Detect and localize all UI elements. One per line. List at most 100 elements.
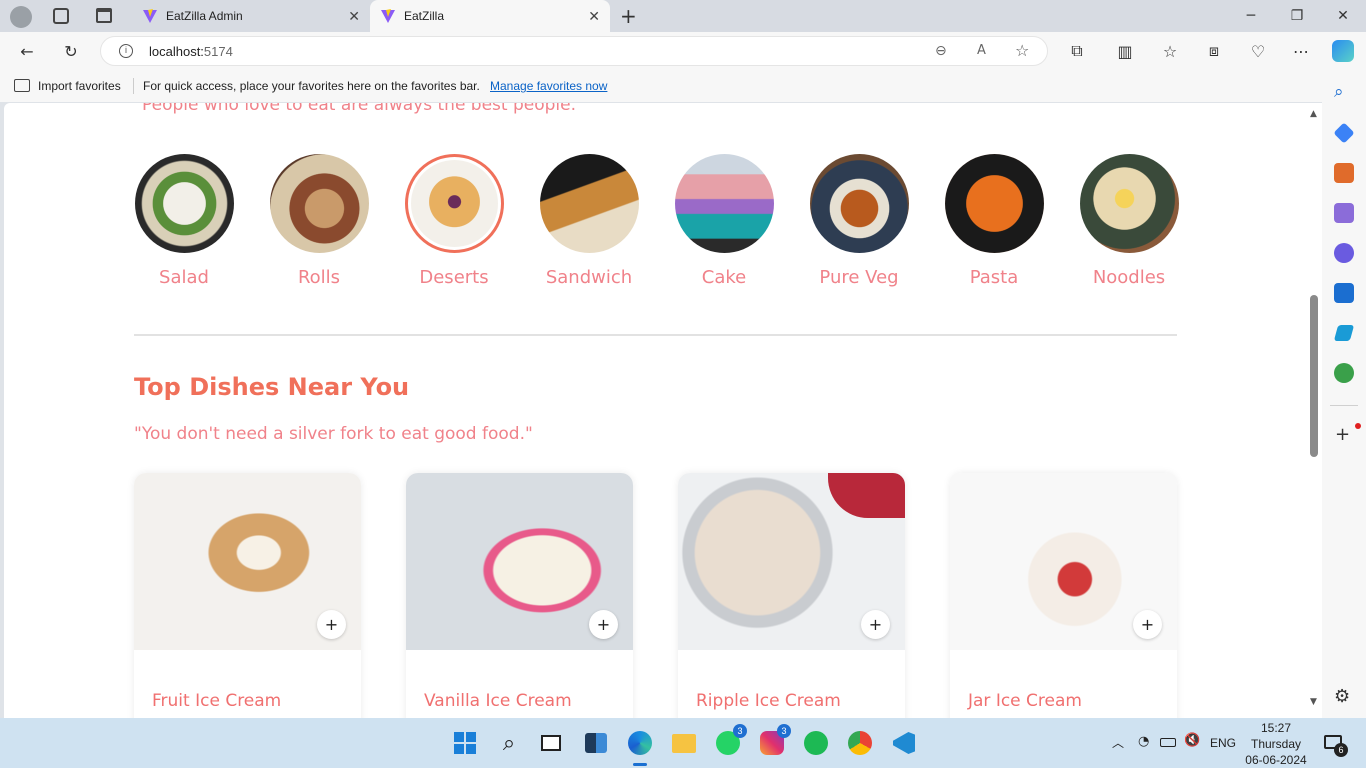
new-tab-button[interactable]: +	[620, 4, 637, 28]
import-favorites-icon[interactable]	[14, 79, 30, 92]
add-to-cart-button[interactable]: +	[317, 610, 346, 639]
category-label: Noodles	[1092, 267, 1166, 288]
close-tab-icon[interactable]: ✕	[588, 8, 600, 25]
dish-card[interactable]: + Fruit Ice Cream	[134, 473, 361, 718]
tools-icon[interactable]	[1334, 163, 1354, 183]
dish-card[interactable]: + Vanilla Ice Cream	[406, 473, 633, 718]
extensions-icon[interactable]: ⧉	[1064, 38, 1090, 64]
site-info-icon[interactable]: i	[119, 44, 133, 58]
profile-icon[interactable]	[10, 6, 32, 28]
favorites-icon[interactable]: ☆	[1157, 38, 1183, 64]
add-to-cart-button[interactable]: +	[589, 610, 618, 639]
tree-icon[interactable]	[1334, 363, 1354, 383]
wifi-icon[interactable]: ◔	[1138, 734, 1149, 749]
scroll-up-arrow-icon[interactable]: ▲	[1310, 109, 1317, 119]
category-rolls[interactable]: Rolls	[269, 154, 369, 288]
file-explorer-icon[interactable]	[669, 728, 699, 758]
edge-browser-icon[interactable]	[625, 728, 655, 758]
battery-icon[interactable]	[1160, 738, 1176, 747]
clock-date[interactable]: 06-06-2024	[1240, 753, 1312, 767]
active-app-indicator	[633, 763, 647, 766]
close-window-button[interactable]: ✕	[1320, 0, 1366, 32]
widgets-icon[interactable]	[581, 728, 611, 758]
pasta-image	[944, 154, 1044, 253]
import-favorites-link[interactable]: Import favorites	[38, 79, 121, 93]
add-sidebar-app-icon[interactable]: +	[1335, 424, 1350, 445]
dish-name: Ripple Ice Cream	[696, 691, 841, 711]
category-label: Pure Veg	[819, 267, 899, 288]
restore-button[interactable]: ❐	[1274, 0, 1320, 32]
add-to-cart-button[interactable]: +	[1133, 610, 1162, 639]
instagram-badge: 3	[777, 724, 791, 738]
category-pasta[interactable]: Pasta	[944, 154, 1044, 288]
category-label: Pasta	[969, 267, 1019, 288]
performance-icon[interactable]: ♡	[1245, 38, 1271, 64]
collections-icon[interactable]: ⧈	[1201, 38, 1227, 64]
microsoft-365-icon[interactable]	[1334, 243, 1354, 263]
search-icon[interactable]: ⌕	[1334, 82, 1344, 102]
show-hidden-icons-icon[interactable]: ︿	[1112, 734, 1124, 751]
start-windows-icon[interactable]	[450, 728, 480, 758]
section-divider	[134, 334, 1177, 336]
page-viewport: People who love to eat are always the be…	[4, 103, 1322, 718]
category-cake[interactable]: Cake	[674, 154, 774, 288]
favorites-hint: For quick access, place your favorites h…	[143, 79, 480, 93]
address-bar[interactable]: i localhost:5174 ⊖ A ☆	[100, 36, 1048, 66]
rolls-image	[269, 154, 369, 253]
browser-tab-bar: EatZilla Admin ✕ EatZilla ✕ + ─ ❐ ✕	[0, 0, 1366, 32]
deserts-image	[404, 154, 504, 253]
language-indicator[interactable]: ENG	[1210, 736, 1236, 750]
manage-favorites-link[interactable]: Manage favorites now	[490, 79, 607, 93]
favorite-star-icon[interactable]: ☆	[1015, 41, 1029, 60]
more-options-icon[interactable]: ⋯	[1288, 38, 1314, 64]
instagram-icon[interactable]: 3	[757, 724, 791, 758]
dish-card[interactable]: + Ripple Ice Cream	[678, 473, 905, 718]
chrome-icon[interactable]	[845, 728, 875, 758]
volume-muted-icon[interactable]: 🔇	[1184, 733, 1200, 748]
pure-veg-image	[809, 154, 909, 253]
favorites-divider	[133, 78, 134, 94]
minimize-button[interactable]: ─	[1228, 0, 1274, 32]
clock-time[interactable]: 15:27	[1240, 721, 1312, 735]
close-tab-icon[interactable]: ✕	[348, 8, 360, 25]
noodles-image	[1079, 154, 1179, 253]
tab-eatzilla-admin[interactable]: EatZilla Admin ✕	[132, 0, 370, 32]
tab-actions-icon[interactable]	[96, 8, 112, 23]
read-aloud-icon[interactable]: A	[977, 43, 986, 58]
category-salad[interactable]: Salad	[134, 154, 234, 288]
category-deserts[interactable]: Deserts	[404, 154, 504, 288]
vscode-icon[interactable]	[889, 728, 919, 758]
cake-image	[674, 154, 774, 253]
dish-name: Vanilla Ice Cream	[424, 691, 572, 711]
refresh-icon[interactable]: ↻	[58, 38, 84, 64]
category-label: Deserts	[419, 267, 489, 288]
vite-logo-icon	[143, 9, 157, 23]
section-quote: "You don't need a silver fork to eat goo…	[134, 424, 533, 444]
tab-eatzilla[interactable]: EatZilla ✕	[370, 0, 610, 32]
clock-day[interactable]: Thursday	[1240, 737, 1312, 751]
top-tagline: People who love to eat are always the be…	[142, 103, 577, 115]
split-screen-icon[interactable]: ▥	[1112, 38, 1138, 64]
back-icon[interactable]: ←	[14, 38, 40, 64]
category-pure-veg[interactable]: Pure Veg	[809, 154, 909, 288]
add-to-cart-button[interactable]: +	[861, 610, 890, 639]
zoom-icon[interactable]: ⊖	[935, 43, 947, 59]
category-sandwich[interactable]: Sandwich	[539, 154, 639, 288]
outlook-icon[interactable]	[1334, 283, 1354, 303]
games-icon[interactable]	[1334, 203, 1354, 223]
category-noodles[interactable]: Noodles	[1079, 154, 1179, 288]
copilot-icon[interactable]	[1332, 40, 1354, 62]
send-icon[interactable]	[1333, 325, 1355, 341]
scrollbar-thumb[interactable]	[1310, 295, 1318, 457]
search-icon[interactable]: ⌕	[494, 728, 524, 758]
edge-sidebar: ⌕ + ⚙	[1322, 70, 1366, 718]
dish-card[interactable]: + Jar Ice Cream	[950, 473, 1177, 718]
spotify-icon[interactable]	[801, 728, 831, 758]
shopping-icon[interactable]	[1333, 122, 1355, 144]
task-view-icon[interactable]	[536, 728, 566, 758]
scroll-down-arrow-icon[interactable]: ▼	[1310, 697, 1317, 707]
sidebar-divider	[1330, 405, 1358, 406]
workspaces-icon[interactable]	[53, 8, 69, 24]
whatsapp-icon[interactable]: 3	[713, 724, 747, 758]
settings-gear-icon[interactable]: ⚙	[1334, 686, 1350, 707]
